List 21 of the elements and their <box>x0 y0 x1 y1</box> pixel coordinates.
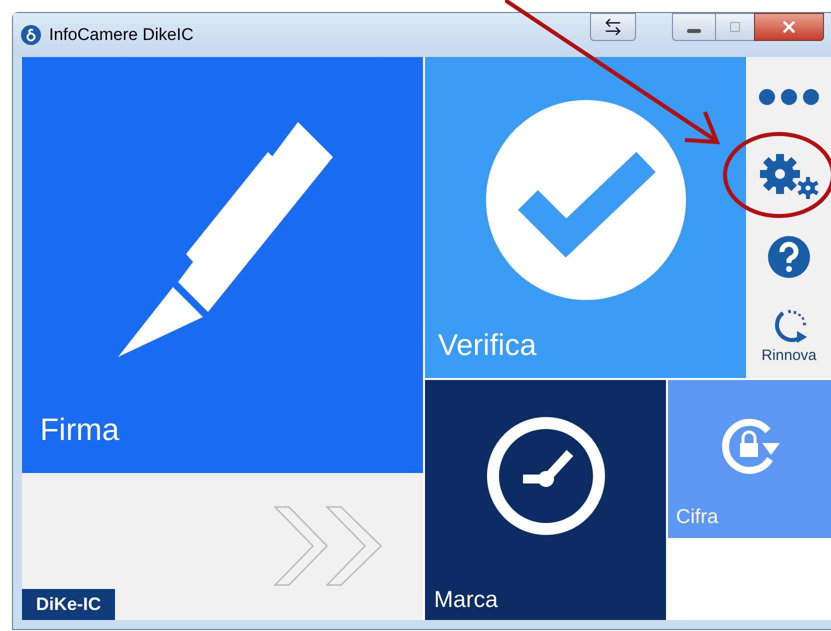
window-title: InfoCamere DikeIC <box>49 24 194 46</box>
help-icon <box>768 236 810 278</box>
close-button[interactable] <box>754 13 824 41</box>
product-badge: DiKe-IC <box>22 589 116 620</box>
app-logo-icon <box>21 25 41 45</box>
clock-icon <box>484 414 606 537</box>
maximize-icon <box>729 21 741 33</box>
sign-tile[interactable]: Firma <box>22 57 423 473</box>
maximize-button[interactable] <box>716 13 754 41</box>
minimize-icon <box>687 29 701 33</box>
close-icon <box>780 18 798 36</box>
resize-button[interactable] <box>590 13 636 41</box>
timestamp-tile[interactable]: Marca <box>425 380 666 620</box>
minimize-button[interactable] <box>672 13 716 41</box>
resize-icon <box>603 17 623 37</box>
verify-tile[interactable]: Verifica <box>425 57 746 378</box>
encrypt-tile[interactable]: Cifra <box>668 380 831 538</box>
more-icon <box>759 89 819 105</box>
check-circle-icon <box>486 100 686 300</box>
renew-button[interactable]: Rinnova <box>746 297 831 377</box>
settings-icon <box>758 154 820 200</box>
